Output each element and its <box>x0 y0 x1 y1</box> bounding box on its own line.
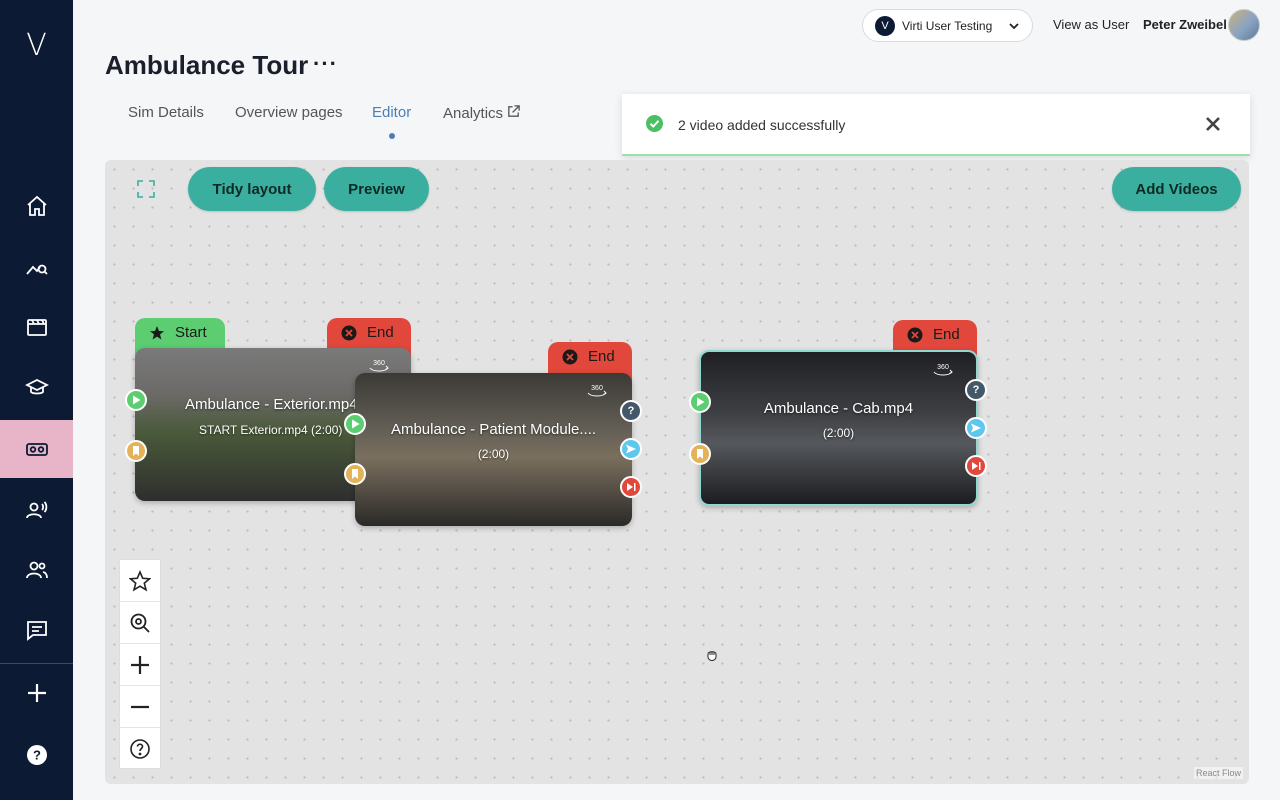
users-icon <box>25 561 48 579</box>
bookmark-port-icon[interactable] <box>125 440 147 462</box>
zoom-fit-icon <box>130 613 150 633</box>
next-video-port-icon[interactable] <box>965 455 987 477</box>
end-tag-label: End <box>933 326 960 343</box>
zoom-in-control[interactable] <box>120 644 160 686</box>
home-icon <box>26 195 47 216</box>
flow-controls <box>119 559 161 769</box>
help-outline-icon <box>130 739 150 759</box>
success-toast: 2 video added successfully <box>622 94 1250 156</box>
sidebar-item-courses[interactable] <box>0 359 73 417</box>
fullscreen-icon[interactable] <box>137 180 155 198</box>
app-logo[interactable]: V <box>0 28 73 63</box>
question-port-icon[interactable]: ? <box>620 400 642 422</box>
end-tag-label: End <box>588 348 615 365</box>
sidebar-item-users[interactable] <box>0 541 73 599</box>
node-subtitle: (2:00) <box>822 426 855 440</box>
bookmark-port-icon[interactable] <box>689 443 711 465</box>
end-tag-label: End <box>367 324 394 341</box>
check-circle-icon <box>646 115 663 132</box>
preview-button[interactable]: Preview <box>324 167 429 211</box>
node-subtitle: (2:00) <box>477 447 510 461</box>
play-port-icon[interactable] <box>125 389 147 411</box>
sidebar-add-button[interactable] <box>0 664 73 722</box>
node-title: Ambulance - Patient Module.... <box>390 421 597 438</box>
organisation-select[interactable]: V Virti User Testing <box>862 9 1033 42</box>
send-port-icon[interactable] <box>965 417 987 439</box>
close-circle-icon <box>341 325 357 341</box>
close-circle-icon <box>562 349 578 365</box>
help-icon: ? <box>26 745 47 765</box>
add-videos-button[interactable]: Add Videos <box>1112 167 1241 211</box>
sidebar-help-button[interactable]: ? <box>0 726 73 784</box>
badge-360-text: 360 <box>591 385 603 392</box>
next-video-port-icon[interactable] <box>620 476 642 498</box>
favourite-control[interactable] <box>120 560 160 602</box>
external-link-icon <box>508 105 520 117</box>
360-icon: 360 <box>367 356 391 374</box>
question-port-icon[interactable]: ? <box>965 379 987 401</box>
360-icon: 360 <box>585 381 609 399</box>
close-icon[interactable] <box>1202 113 1224 135</box>
close-circle-icon <box>907 327 923 343</box>
tab-overview-pages[interactable]: Overview pages <box>235 104 343 121</box>
vr-headset-icon <box>25 443 48 456</box>
plus-icon <box>27 684 46 702</box>
page-title: Ambulance Tour <box>105 50 309 80</box>
sidebar-item-feedback[interactable] <box>0 601 73 659</box>
badge-360-text: 360 <box>937 364 949 371</box>
voice-icon <box>25 501 47 519</box>
react-flow-attribution[interactable]: React Flow <box>1193 767 1243 779</box>
sidebar-item-analytics[interactable] <box>0 238 73 296</box>
tab-editor[interactable]: Editor <box>372 104 411 121</box>
plus-icon <box>131 655 149 674</box>
sidebar-item-videos[interactable] <box>0 298 73 356</box>
node-title: Ambulance - Cab.mp4 <box>763 400 914 417</box>
help-control[interactable] <box>120 728 160 770</box>
video-node-cab[interactable]: Ambulance - Cab.mp4 (2:00) 360 <box>699 350 978 506</box>
avatar[interactable] <box>1228 9 1260 41</box>
grab-cursor-icon <box>707 651 717 662</box>
chevron-down-icon <box>1009 23 1019 30</box>
zoom-out-control[interactable] <box>120 686 160 728</box>
org-name: Virti User Testing <box>902 18 993 33</box>
flow-canvas[interactable]: Tidy layout Preview Add Videos Start End… <box>105 160 1249 784</box>
star-outline-icon <box>129 569 151 591</box>
bookmark-port-icon[interactable] <box>344 463 366 485</box>
sidebar-item-simulations[interactable] <box>0 420 73 478</box>
more-options-button[interactable]: ··· <box>313 51 338 77</box>
tab-analytics[interactable]: Analytics <box>443 104 521 122</box>
video-node-patient-module[interactable]: Ambulance - Patient Module.... (2:00) 36… <box>355 373 632 526</box>
org-logo: V <box>875 15 895 36</box>
fit-view-control[interactable] <box>120 602 160 644</box>
badge-360-text: 360 <box>373 360 385 367</box>
play-port-icon[interactable] <box>689 391 711 413</box>
tab-sim-details[interactable]: Sim Details <box>128 104 204 121</box>
svg-text:?: ? <box>33 748 41 763</box>
courses-icon <box>24 378 49 395</box>
toast-message: 2 video added successfully <box>678 117 846 133</box>
play-port-icon[interactable] <box>344 413 366 435</box>
start-tag-label: Start <box>175 324 207 341</box>
360-icon: 360 <box>931 360 955 378</box>
minus-icon <box>131 705 149 708</box>
star-icon <box>150 326 164 340</box>
video-icon <box>26 319 47 336</box>
sidebar-item-voice[interactable] <box>0 481 73 539</box>
sidebar-item-home[interactable] <box>0 177 73 235</box>
send-port-icon[interactable] <box>620 438 642 460</box>
analytics-icon <box>25 264 48 275</box>
feedback-icon <box>26 621 47 641</box>
tidy-layout-button[interactable]: Tidy layout <box>188 167 316 211</box>
sidebar: V ? <box>0 0 73 800</box>
active-tab-indicator <box>389 133 395 139</box>
user-name[interactable]: Peter Zweibel <box>1143 17 1227 32</box>
view-as-user-link[interactable]: View as User <box>1053 17 1129 32</box>
